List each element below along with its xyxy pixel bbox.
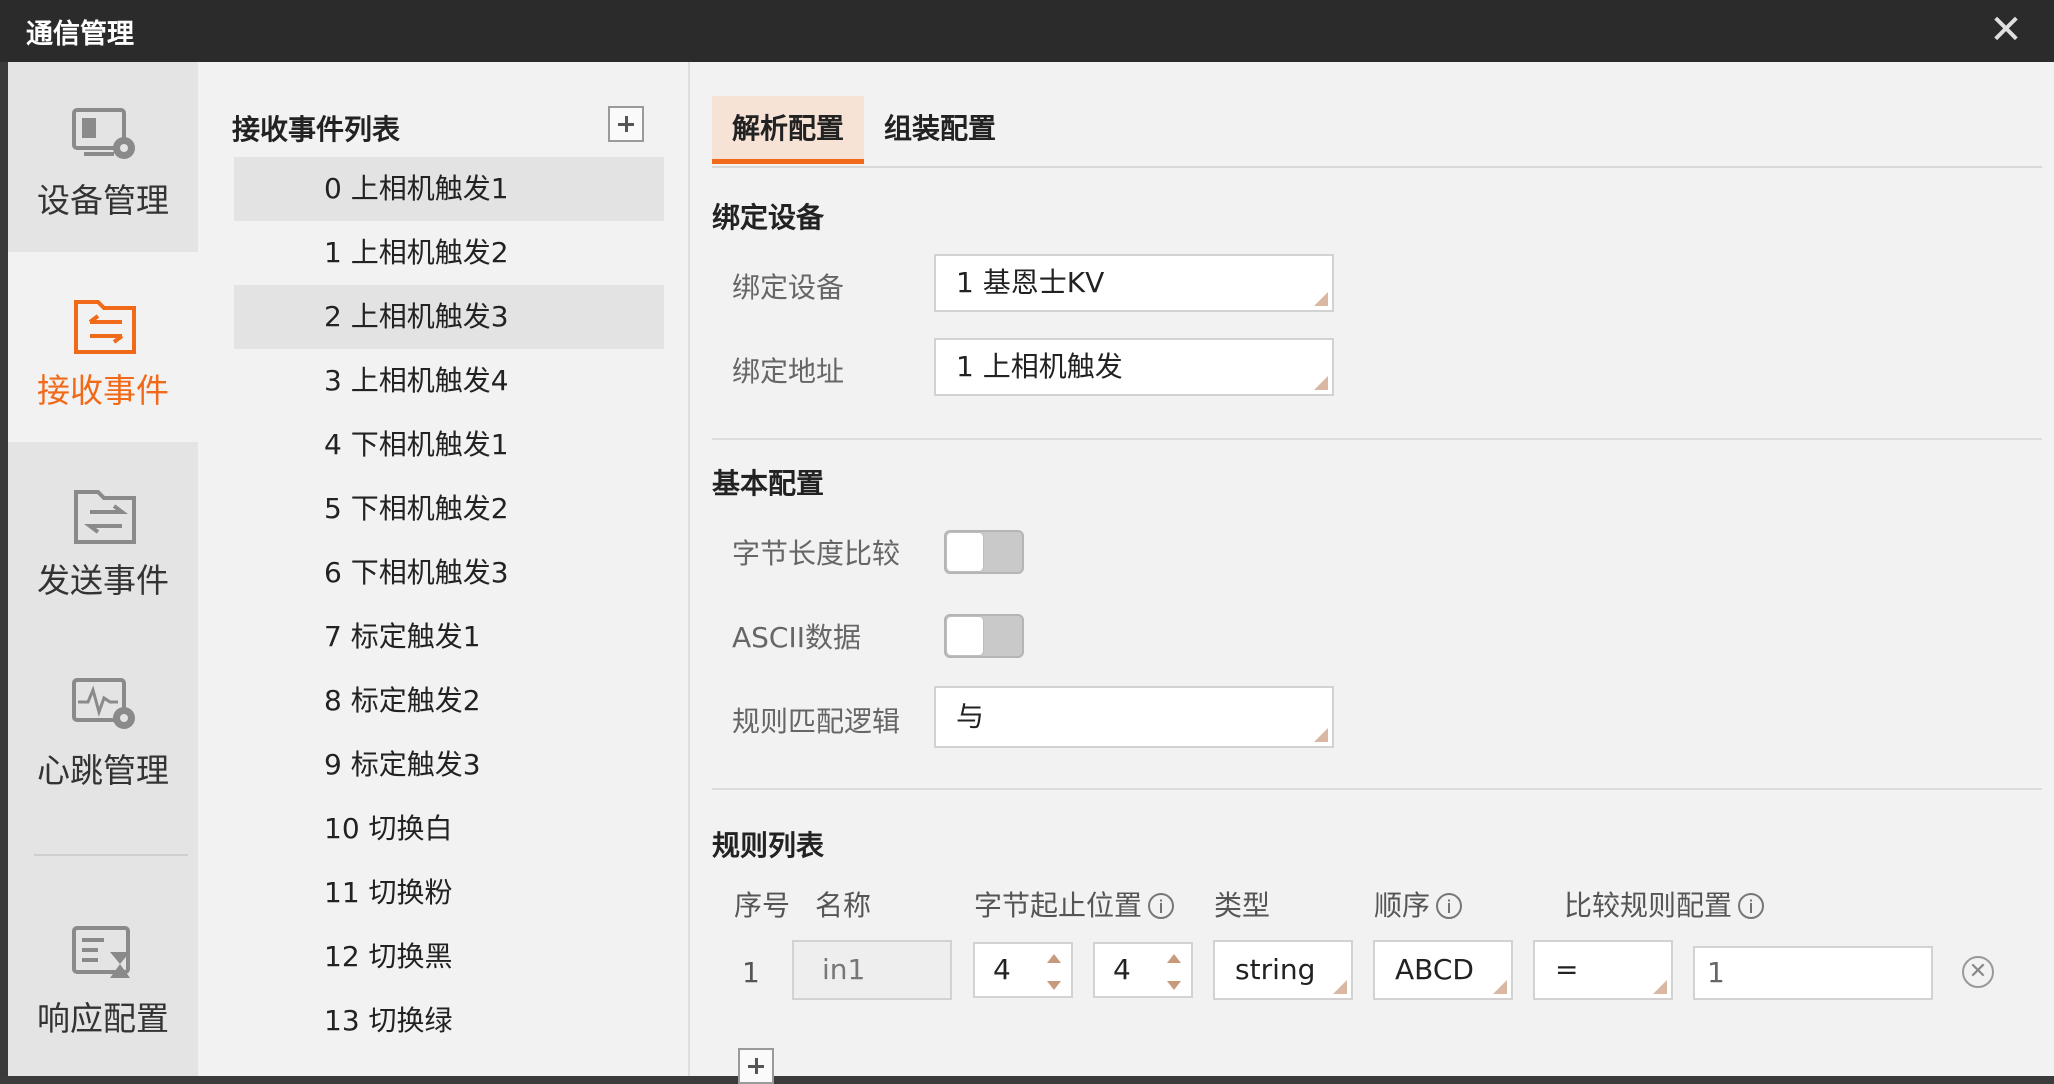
col-order: 顺序 i bbox=[1374, 884, 1463, 924]
info-icon[interactable]: i bbox=[1148, 893, 1175, 919]
response-config-icon bbox=[72, 926, 130, 978]
config-tabs: 解析配置 组装配置 bbox=[712, 96, 2042, 168]
event-list-title: 接收事件列表 bbox=[232, 113, 401, 146]
section-divider bbox=[712, 788, 2042, 790]
sidebar-item-label: 接收事件 bbox=[37, 371, 169, 410]
sidebar: 设备管理 接收事件 发送事件 心跳管理 响应配置 bbox=[8, 62, 198, 1076]
match-logic-select[interactable]: 与 bbox=[934, 686, 1334, 748]
send-folder-icon bbox=[74, 490, 136, 544]
col-name: 名称 bbox=[815, 889, 872, 922]
compare-operator-select[interactable]: = bbox=[1533, 940, 1673, 1000]
window-edge bbox=[0, 62, 8, 1076]
compare-value-input[interactable]: 1 bbox=[1693, 946, 1933, 1000]
list-item[interactable]: 12 切换黑 bbox=[234, 925, 664, 989]
title-bar: 通信管理 ✕ bbox=[0, 0, 2054, 62]
bind-device-label: 绑定设备 bbox=[732, 271, 845, 304]
list-item[interactable]: 3 上相机触发4 bbox=[234, 349, 664, 413]
sidebar-item-send-events[interactable]: 发送事件 bbox=[8, 442, 198, 632]
rule-order-select[interactable]: ABCD bbox=[1373, 940, 1513, 1000]
byte-start-value: 4 bbox=[993, 953, 1011, 986]
toggle-knob bbox=[946, 532, 984, 572]
stepper-arrows-icon[interactable] bbox=[1047, 954, 1061, 990]
rule-index: 1 bbox=[742, 956, 760, 989]
sidebar-item-label: 设备管理 bbox=[37, 181, 169, 220]
byte-start-stepper[interactable]: 4 bbox=[973, 942, 1073, 998]
col-index: 序号 bbox=[734, 889, 791, 922]
sidebar-item-response-config[interactable]: 响应配置 bbox=[8, 880, 198, 1070]
sidebar-item-device-management[interactable]: 设备管理 bbox=[8, 62, 198, 252]
toggle-knob bbox=[946, 616, 984, 656]
info-icon[interactable]: i bbox=[1738, 893, 1765, 919]
stepper-arrows-icon[interactable] bbox=[1167, 954, 1181, 990]
sidebar-item-heartbeat[interactable]: 心跳管理 bbox=[8, 632, 198, 822]
list-item[interactable]: 9 标定触发3 bbox=[234, 733, 664, 797]
col-compare-rule: 比较规则配置 i bbox=[1564, 884, 1765, 924]
ascii-data-label: ASCII数据 bbox=[732, 621, 861, 654]
rule-name-field: in1 bbox=[792, 940, 952, 1000]
list-item[interactable]: 11 切换粉 bbox=[234, 861, 664, 925]
info-icon[interactable]: i bbox=[1436, 893, 1463, 919]
event-list-panel: 接收事件列表 0 上相机触发1 1 上相机触发2 2 上相机触发3 3 上相机触… bbox=[198, 62, 690, 1076]
list-item[interactable]: 1 上相机触发2 bbox=[234, 221, 664, 285]
byte-end-value: 4 bbox=[1113, 953, 1131, 986]
byte-end-stepper[interactable]: 4 bbox=[1093, 942, 1193, 998]
col-type: 类型 bbox=[1214, 889, 1271, 922]
list-item[interactable]: 10 切换白 bbox=[234, 797, 664, 861]
heartbeat-gear-icon bbox=[72, 678, 135, 729]
config-panel: 解析配置 组装配置 绑定设备 绑定设备 1 基恩士KV 绑定地址 1 上相机触发… bbox=[712, 62, 2042, 1084]
sidebar-item-label: 心跳管理 bbox=[37, 751, 169, 790]
col-byte-range-label: 字节起止位置 bbox=[974, 889, 1143, 922]
list-item[interactable]: 2 上相机触发3 bbox=[234, 285, 664, 349]
col-compare-label: 比较规则配置 bbox=[1564, 889, 1733, 922]
device-gear-icon bbox=[72, 108, 135, 159]
comm-manager-window: 通信管理 ✕ 设备管理 接收事件 发送事件 心跳管理 响应配置 接收事件列表 0… bbox=[0, 0, 2054, 1084]
ascii-data-toggle[interactable] bbox=[944, 614, 1024, 658]
list-item[interactable]: 5 下相机触发2 bbox=[234, 477, 664, 541]
bind-device-heading: 绑定设备 bbox=[712, 201, 825, 234]
list-item[interactable]: 13 切换绿 bbox=[234, 989, 664, 1053]
bind-device-select[interactable]: 1 基恩士KV bbox=[934, 254, 1334, 312]
basic-config-heading: 基本配置 bbox=[712, 467, 825, 500]
list-item[interactable]: 6 下相机触发3 bbox=[234, 541, 664, 605]
list-item[interactable]: 4 下相机触发1 bbox=[234, 413, 664, 477]
add-rule-button[interactable] bbox=[738, 1048, 774, 1084]
rule-type-select[interactable]: string bbox=[1213, 940, 1353, 1000]
add-event-button[interactable] bbox=[608, 106, 644, 142]
receive-folder-icon bbox=[74, 300, 136, 354]
col-order-label: 顺序 bbox=[1374, 889, 1431, 922]
col-byte-range: 字节起止位置 i bbox=[974, 884, 1175, 924]
byte-length-compare-label: 字节长度比较 bbox=[732, 537, 901, 570]
sidebar-divider bbox=[34, 854, 188, 856]
bind-address-select[interactable]: 1 上相机触发 bbox=[934, 338, 1334, 396]
rule-list-heading: 规则列表 bbox=[712, 829, 825, 862]
list-item[interactable]: 7 标定触发1 bbox=[234, 605, 664, 669]
sidebar-item-label: 发送事件 bbox=[37, 561, 169, 600]
section-divider bbox=[712, 438, 2042, 440]
byte-length-compare-toggle[interactable] bbox=[944, 530, 1024, 574]
match-logic-label: 规则匹配逻辑 bbox=[732, 705, 901, 738]
tab-parse-config[interactable]: 解析配置 bbox=[712, 96, 865, 164]
bind-address-label: 绑定地址 bbox=[732, 355, 845, 388]
tab-assemble-config[interactable]: 组装配置 bbox=[864, 96, 1016, 164]
remove-rule-icon[interactable]: ✕ bbox=[1962, 956, 1994, 988]
event-list: 0 上相机触发1 1 上相机触发2 2 上相机触发3 3 上相机触发4 4 下相… bbox=[234, 157, 664, 1053]
list-item[interactable]: 8 标定触发2 bbox=[234, 669, 664, 733]
window-title: 通信管理 bbox=[26, 19, 134, 50]
close-icon[interactable]: ✕ bbox=[1984, 10, 2028, 54]
sidebar-item-label: 响应配置 bbox=[37, 999, 169, 1038]
list-item[interactable]: 0 上相机触发1 bbox=[234, 157, 664, 221]
sidebar-item-receive-events[interactable]: 接收事件 bbox=[8, 252, 198, 442]
